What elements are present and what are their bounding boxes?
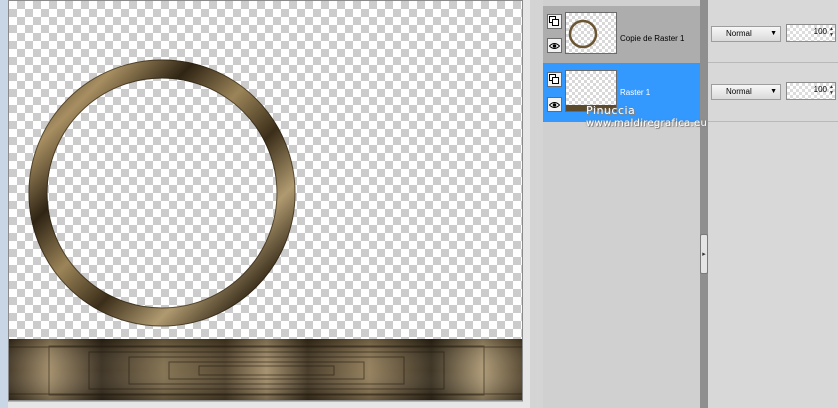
blend-mode-select[interactable]: Normal ▼ xyxy=(711,84,781,100)
canvas-frame xyxy=(0,0,530,408)
watermark-name: Pinuccia xyxy=(586,104,636,117)
layer-name[interactable]: Copie de Raster 1 xyxy=(620,34,684,43)
layer-properties: Normal ▼ 100 ▲ ▼ Normal ▼ 100 ▲ ▼ xyxy=(708,0,838,408)
opacity-spinner-icon[interactable]: ▲ ▼ xyxy=(829,26,834,40)
opacity-value: 100 xyxy=(813,85,827,94)
layer-properties-row: Normal ▼ 100 ▲ ▼ xyxy=(708,6,838,63)
layers-panel: Copie de Raster 1 Raster 1 xyxy=(543,0,705,408)
paint-app-window: Copie de Raster 1 Raster 1 ▸ Normal ▼ 10… xyxy=(0,0,838,408)
vertical-scrollbar[interactable] xyxy=(523,0,530,408)
chevron-down-icon: ▼ xyxy=(770,30,777,37)
ring-shape xyxy=(28,59,296,327)
eye-icon[interactable] xyxy=(547,38,562,53)
opacity-field[interactable]: 100 ▲ ▼ xyxy=(786,24,836,42)
layer-group-icon[interactable] xyxy=(547,14,562,29)
layer-properties-row: Normal ▼ 100 ▲ ▼ xyxy=(708,63,838,122)
horizontal-scrollbar[interactable] xyxy=(8,401,523,408)
opacity-spinner-icon[interactable]: ▲ ▼ xyxy=(829,84,834,98)
chevron-down-icon: ▼ xyxy=(770,88,777,95)
eye-icon[interactable] xyxy=(547,97,562,112)
layer-thumbnail xyxy=(565,12,617,54)
blend-mode-value: Normal xyxy=(726,29,752,38)
opacity-value: 100 xyxy=(813,27,827,36)
layer-row-copie-de-raster-1[interactable]: Copie de Raster 1 xyxy=(543,6,705,63)
opacity-field[interactable]: 100 ▲ ▼ xyxy=(786,82,836,100)
layer-name[interactable]: Raster 1 xyxy=(620,88,650,97)
panel-splitter[interactable] xyxy=(700,0,708,408)
layer-group-icon[interactable] xyxy=(547,72,562,87)
blend-mode-select[interactable]: Normal ▼ xyxy=(711,26,781,42)
chevron-right-icon[interactable]: ▸ xyxy=(700,234,708,274)
blend-mode-value: Normal xyxy=(726,87,752,96)
watermark-url: www.maldiregrafica.eu xyxy=(586,118,708,129)
canvas-artwork xyxy=(9,59,522,400)
image-canvas[interactable] xyxy=(8,0,523,401)
